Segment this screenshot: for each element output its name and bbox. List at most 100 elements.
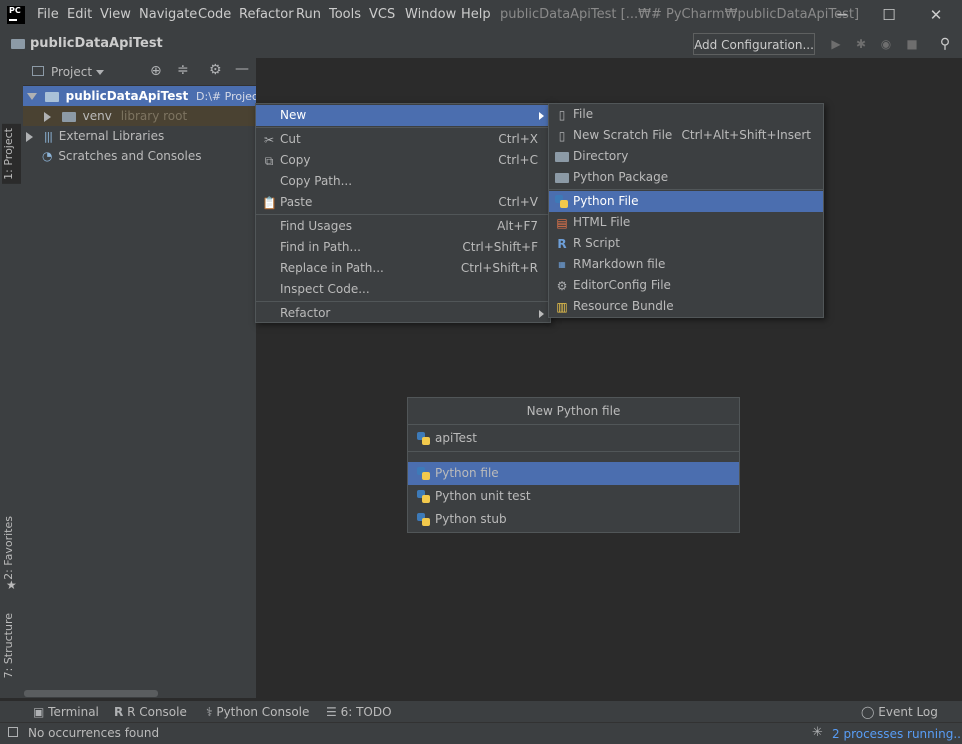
tab-favorites[interactable]: 2: Favorites — [2, 516, 15, 580]
menu-item-copy-path[interactable]: Copy Path... — [256, 171, 550, 192]
tree-venv-label: venv — [82, 109, 112, 123]
context-menu: New ✂ Cut Ctrl+X ⧉ Copy Ctrl+C Copy Path… — [255, 103, 551, 323]
gear-icon[interactable]: ⚙ — [209, 62, 222, 78]
tool-todo[interactable]: ☰ 6: TODO — [326, 705, 392, 719]
python-icon — [417, 467, 430, 480]
python-icon — [417, 432, 430, 445]
submenu-item-python-file[interactable]: Python File — [549, 191, 823, 212]
scratch-file-icon: ▯ — [558, 129, 566, 143]
tool-event-log[interactable]: ◯ Event Log — [861, 705, 938, 719]
menu-item-find-in-path[interactable]: Find in Path... Ctrl+Shift+F — [256, 237, 550, 258]
menu-item-label: HTML File — [573, 215, 631, 229]
option-python-unit-test[interactable]: Python unit test — [408, 485, 739, 508]
minimize-button[interactable]: ─ — [819, 3, 865, 27]
package-icon — [555, 173, 569, 183]
menu-help[interactable]: Help — [461, 7, 491, 22]
debug-icon[interactable]: ✱ — [853, 36, 869, 52]
submenu-item-file[interactable]: ▯ File — [549, 104, 823, 125]
menu-item-find-usages[interactable]: Find Usages Alt+F7 — [256, 216, 550, 237]
coverage-icon[interactable]: ◉ — [878, 36, 894, 52]
menu-item-inspect-code[interactable]: Inspect Code... — [256, 279, 550, 300]
tree-venv-hint: library root — [120, 109, 188, 123]
menu-file[interactable]: File — [37, 7, 59, 22]
separator — [256, 127, 550, 128]
window-title: publicDataApiTest [...₩# PyCharm₩publicD… — [500, 7, 860, 22]
submenu-item-rmarkdown[interactable]: ▦ RMarkdown file — [549, 254, 823, 275]
spinner-icon: ✳ — [812, 725, 823, 740]
project-panel-header: Project ⊕ ≑ ⚙ — — [23, 58, 256, 86]
submenu-item-scratch-file[interactable]: ▯ New Scratch File Ctrl+Alt+Shift+Insert — [549, 125, 823, 146]
submenu-item-python-package[interactable]: Python Package — [549, 167, 823, 188]
new-python-file-dialog: New Python file apiTest Python file Pyth… — [407, 397, 740, 533]
menu-view[interactable]: View — [100, 7, 131, 22]
tree-root-path: D:\# Project\# — [196, 90, 256, 103]
menu-tools[interactable]: Tools — [329, 7, 361, 22]
shortcut: Ctrl+Shift+R — [460, 261, 538, 275]
menu-item-cut[interactable]: ✂ Cut Ctrl+X — [256, 129, 550, 150]
submenu-item-resource-bundle[interactable]: ▥ Resource Bundle — [549, 296, 823, 317]
status-message: No occurrences found — [28, 726, 160, 740]
option-python-stub[interactable]: Python stub — [408, 508, 739, 531]
tree-venv[interactable]: venv library root — [23, 106, 256, 126]
expand-right-icon[interactable] — [44, 111, 51, 122]
tab-structure[interactable]: 7: Structure — [2, 613, 15, 678]
expand-right-icon[interactable] — [26, 131, 33, 142]
maximize-button[interactable]: ☐ — [866, 3, 912, 27]
submenu-item-html-file[interactable]: ▤ HTML File — [549, 212, 823, 233]
bottom-tool-stripe: ▣ Terminal R R Console ⚕ Python Console … — [0, 700, 962, 723]
shortcut: Ctrl+C — [498, 153, 538, 167]
menu-item-refactor[interactable]: Refactor — [256, 303, 550, 324]
processes-link[interactable]: 2 processes running... — [832, 727, 962, 741]
option-label: Python stub — [435, 512, 507, 526]
menu-item-replace-in-path[interactable]: Replace in Path... Ctrl+Shift+R — [256, 258, 550, 279]
menu-navigate[interactable]: Navigate — [139, 7, 197, 22]
locate-icon[interactable]: ⊕ — [150, 63, 162, 79]
menu-item-copy[interactable]: ⧉ Copy Ctrl+C — [256, 150, 550, 171]
run-icon[interactable]: ▶ — [828, 36, 844, 52]
option-python-file[interactable]: Python file — [408, 462, 739, 485]
tree-root[interactable]: publicDataApiTest D:\# Project\# — [23, 86, 256, 106]
tab-project[interactable]: 1: Project — [2, 124, 21, 184]
search-icon[interactable]: ⚲ — [937, 36, 953, 52]
add-configuration-button[interactable]: Add Configuration... — [693, 33, 815, 55]
submenu-item-directory[interactable]: Directory — [549, 146, 823, 167]
menu-run[interactable]: Run — [296, 7, 321, 22]
menu-item-label: New — [280, 108, 307, 122]
separator — [256, 214, 550, 215]
menu-window[interactable]: Window — [405, 7, 456, 22]
horizontal-scrollbar[interactable] — [24, 690, 158, 697]
project-view-selector[interactable]: Project — [51, 65, 92, 79]
title-bar: PC File Edit View Navigate Code Refactor… — [0, 0, 962, 30]
separator — [256, 301, 550, 302]
submenu-item-r-script[interactable]: R R Script — [549, 233, 823, 254]
menu-item-new[interactable]: New — [256, 105, 550, 126]
stop-icon[interactable]: ■ — [904, 36, 920, 52]
close-button[interactable]: ✕ — [913, 3, 959, 27]
python-console-icon: ⚕ — [206, 705, 213, 719]
r-icon: R — [114, 705, 124, 719]
menu-edit[interactable]: Edit — [67, 7, 92, 22]
hide-icon[interactable]: — — [235, 61, 249, 77]
library-icon: ||| — [43, 130, 53, 143]
tool-terminal[interactable]: ▣ Terminal — [33, 705, 99, 719]
expand-down-icon[interactable] — [27, 93, 37, 100]
tool-label: 6: TODO — [340, 705, 392, 719]
menu-item-paste[interactable]: 📋 Paste Ctrl+V — [256, 192, 550, 213]
collapse-all-icon[interactable]: ≑ — [177, 62, 189, 78]
toggle-tool-windows-icon[interactable] — [8, 727, 18, 737]
tree-scratches[interactable]: ◔ Scratches and Consoles — [23, 146, 256, 166]
option-label: Python file — [435, 466, 499, 480]
menu-item-label: Cut — [280, 132, 301, 146]
submenu-item-editorconfig[interactable]: ⚙ EditorConfig File — [549, 275, 823, 296]
tool-python-console[interactable]: ⚕ Python Console — [206, 705, 309, 719]
tool-r-console[interactable]: R R Console — [114, 705, 187, 719]
menu-code[interactable]: Code — [198, 7, 231, 22]
chevron-down-icon[interactable] — [96, 70, 104, 75]
file-name-input[interactable]: apiTest — [408, 425, 739, 452]
scissors-icon: ✂ — [263, 133, 275, 147]
breadcrumb-project[interactable]: publicDataApiTest — [30, 36, 163, 51]
menu-refactor[interactable]: Refactor — [239, 7, 294, 22]
event-log-icon: ◯ — [861, 705, 875, 719]
tree-external-libraries[interactable]: ||| External Libraries — [23, 126, 256, 146]
menu-vcs[interactable]: VCS — [369, 7, 395, 22]
